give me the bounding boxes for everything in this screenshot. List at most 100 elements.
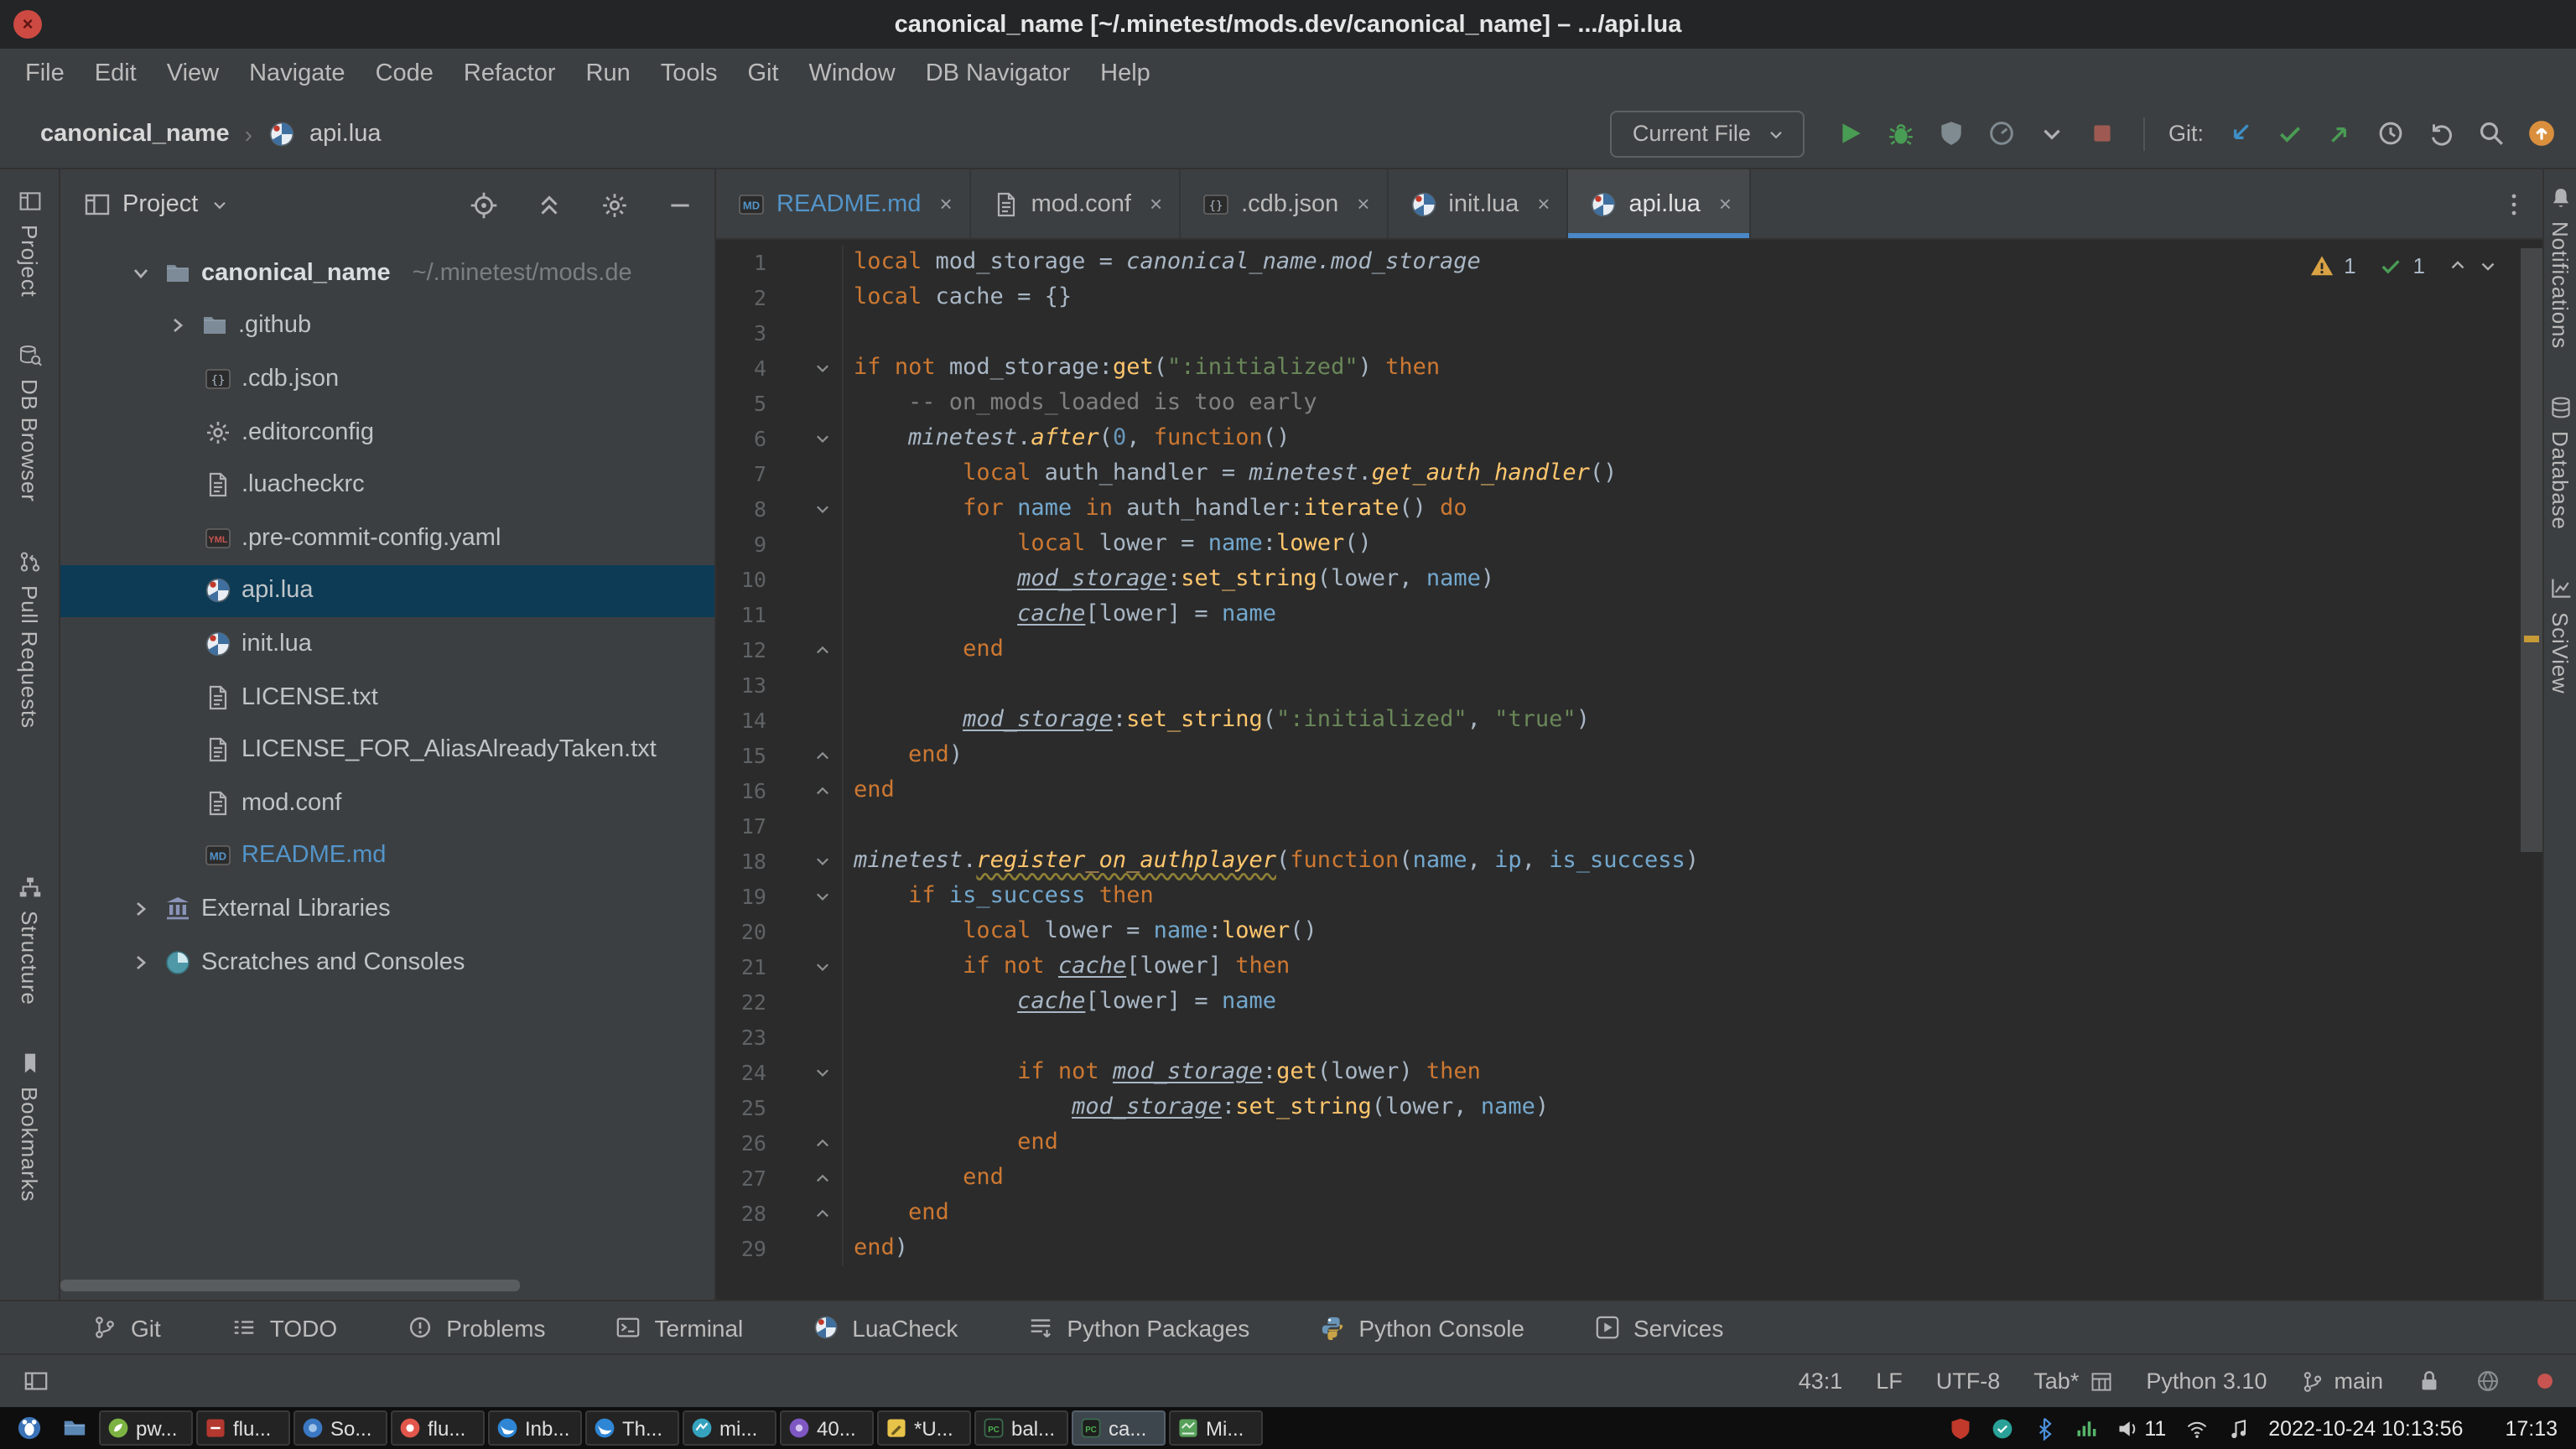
tree-collapsed-icon[interactable] bbox=[164, 313, 191, 340]
project-tree-item-license-txt[interactable]: LICENSE.txt bbox=[60, 671, 714, 724]
taskbar-window-mi[interactable]: Mi... bbox=[1169, 1410, 1263, 1446]
editor-tab-api-lua[interactable]: api.lua× bbox=[1568, 169, 1750, 238]
line-number[interactable]: 13 bbox=[716, 667, 766, 703]
project-tree-item-external-libraries[interactable]: External Libraries bbox=[60, 882, 714, 935]
menu-git[interactable]: Git bbox=[732, 49, 793, 99]
menu-view[interactable]: View bbox=[152, 49, 234, 99]
code-line[interactable]: 23 bbox=[716, 1020, 2542, 1055]
caret-position[interactable]: 43:1 bbox=[1799, 1368, 1843, 1394]
editor-tab-mod-conf[interactable]: mod.conf× bbox=[971, 169, 1182, 238]
line-number[interactable]: 22 bbox=[716, 984, 766, 1020]
gutter[interactable] bbox=[766, 386, 844, 421]
record-icon[interactable] bbox=[2534, 1370, 2556, 1392]
stop-button[interactable] bbox=[2085, 116, 2120, 151]
line-number[interactable]: 27 bbox=[716, 1161, 766, 1196]
code-line[interactable]: 7 local auth_handler = minetest.get_auth… bbox=[716, 456, 2542, 491]
tab-options-icon[interactable] bbox=[2501, 190, 2527, 217]
git-commit-button[interactable] bbox=[2272, 116, 2308, 151]
gutter[interactable] bbox=[766, 280, 844, 315]
gutter[interactable] bbox=[766, 562, 844, 597]
project-tree-item-luacheckrc[interactable]: .luacheckrc bbox=[60, 459, 714, 512]
line-number[interactable]: 9 bbox=[716, 527, 766, 562]
line-number[interactable]: 5 bbox=[716, 386, 766, 421]
project-tree-item-editorconfig[interactable]: .editorconfig bbox=[60, 406, 714, 459]
taskbar-window-flu[interactable]: flu... bbox=[391, 1410, 485, 1446]
tool-window-button-structure[interactable]: Structure bbox=[17, 875, 42, 1005]
code-line[interactable]: 15 end) bbox=[716, 738, 2542, 773]
taskbar-window-pw[interactable]: pw... bbox=[99, 1410, 193, 1446]
ide-update-icon[interactable] bbox=[2524, 116, 2559, 151]
collapse-all-button[interactable] bbox=[535, 190, 564, 219]
taskbar-window-inb[interactable]: Inb... bbox=[488, 1410, 582, 1446]
taskbar-window-ca[interactable]: PCca... bbox=[1072, 1410, 1166, 1446]
project-tree-item-license-for-aliasalreadytaken-txt[interactable]: LICENSE_FOR_AliasAlreadyTaken.txt bbox=[60, 724, 714, 776]
line-number[interactable]: 2 bbox=[716, 280, 766, 315]
fold-start-icon[interactable] bbox=[813, 429, 832, 448]
taskbar-window-th[interactable]: Th... bbox=[585, 1410, 679, 1446]
editor-tab-init-lua[interactable]: init.lua× bbox=[1388, 169, 1568, 238]
code-line[interactable]: 22 cache[lower] = name bbox=[716, 984, 2542, 1020]
layout-icon[interactable] bbox=[23, 1368, 49, 1394]
menu-db-navigator[interactable]: DB Navigator bbox=[911, 49, 1085, 99]
next-problem-icon[interactable] bbox=[2477, 255, 2499, 277]
tree-expanded-icon[interactable] bbox=[127, 260, 154, 287]
project-tree-item-init-lua[interactable]: init.lua bbox=[60, 617, 714, 670]
taskbar-window-so[interactable]: So... bbox=[293, 1410, 387, 1446]
rollback-button[interactable] bbox=[2423, 116, 2459, 151]
code-line[interactable]: 8 for name in auth_handler:iterate() do bbox=[716, 491, 2542, 527]
shield-icon[interactable] bbox=[1948, 1416, 1971, 1440]
line-number[interactable]: 28 bbox=[716, 1196, 766, 1231]
debug-button[interactable] bbox=[1883, 116, 1919, 151]
line-number[interactable]: 7 bbox=[716, 456, 766, 491]
line-number[interactable]: 20 bbox=[716, 914, 766, 949]
fold-end-icon[interactable] bbox=[813, 746, 832, 765]
history-button[interactable] bbox=[2373, 116, 2408, 151]
tool-window-button-db-browser[interactable]: DB Browser bbox=[17, 345, 42, 503]
taskbar-window-bal[interactable]: PCbal... bbox=[974, 1410, 1068, 1446]
line-number[interactable]: 18 bbox=[716, 844, 766, 879]
gutter[interactable] bbox=[766, 914, 844, 949]
code-line[interactable]: 16end bbox=[716, 773, 2542, 808]
indent-info[interactable]: Tab* bbox=[2033, 1368, 2112, 1394]
line-number[interactable]: 1 bbox=[716, 245, 766, 280]
project-hscrollbar[interactable] bbox=[60, 1280, 520, 1291]
project-tree-item-github[interactable]: .github bbox=[60, 299, 714, 352]
code-line[interactable]: 19 if is_success then bbox=[716, 879, 2542, 914]
taskbar-window-u[interactable]: *U... bbox=[877, 1410, 971, 1446]
tool-window-button-todo[interactable]: TODO bbox=[231, 1314, 337, 1341]
menu-refactor[interactable]: Refactor bbox=[449, 49, 571, 99]
tool-window-button-git[interactable]: Git bbox=[92, 1314, 161, 1341]
code-line[interactable]: 24 if not mod_storage:get(lower) then bbox=[716, 1055, 2542, 1090]
bluetooth-icon[interactable] bbox=[2032, 1416, 2055, 1440]
gutter[interactable] bbox=[766, 1020, 844, 1055]
code-line[interactable]: 10 mod_storage:set_string(lower, name) bbox=[716, 562, 2542, 597]
tool-window-button-python-packages[interactable]: Python Packages bbox=[1028, 1314, 1249, 1341]
fold-start-icon[interactable] bbox=[813, 1063, 832, 1082]
project-tree-item-api-lua[interactable]: api.lua bbox=[60, 564, 714, 617]
code-line[interactable]: 5 -- on_mods_loaded is too early bbox=[716, 386, 2542, 421]
project-tree-item-readme-md[interactable]: MDREADME.md bbox=[60, 829, 714, 882]
line-number[interactable]: 4 bbox=[716, 351, 766, 386]
gutter[interactable] bbox=[766, 315, 844, 351]
tree-collapsed-icon[interactable] bbox=[127, 896, 154, 922]
gutter[interactable] bbox=[766, 667, 844, 703]
git-push-button[interactable] bbox=[2323, 116, 2358, 151]
line-separator[interactable]: LF bbox=[1876, 1368, 1903, 1394]
fold-end-icon[interactable] bbox=[813, 1204, 832, 1223]
lock-icon[interactable] bbox=[2417, 1368, 2442, 1394]
fold-end-icon[interactable] bbox=[813, 1169, 832, 1187]
clock-datetime[interactable]: 2022-10-24 10:13:56 bbox=[2268, 1416, 2463, 1440]
run-configuration-selector[interactable]: Current File bbox=[1611, 110, 1805, 157]
tab-close-icon[interactable]: × bbox=[1537, 191, 1550, 216]
breadcrumb-file[interactable]: api.lua bbox=[309, 120, 381, 147]
git-branch[interactable]: main bbox=[2300, 1368, 2383, 1394]
fold-start-icon[interactable] bbox=[813, 958, 832, 976]
clock-secondary[interactable]: 17:13 bbox=[2505, 1416, 2558, 1440]
gutter[interactable] bbox=[766, 456, 844, 491]
code-line[interactable]: 12 end bbox=[716, 632, 2542, 667]
line-number[interactable]: 3 bbox=[716, 315, 766, 351]
editor-tab-cdb-json[interactable]: {}.cdb.json× bbox=[1181, 169, 1388, 238]
gutter[interactable] bbox=[766, 597, 844, 632]
globe-icon[interactable] bbox=[2475, 1368, 2501, 1394]
profiler-button[interactable] bbox=[1984, 116, 2019, 151]
